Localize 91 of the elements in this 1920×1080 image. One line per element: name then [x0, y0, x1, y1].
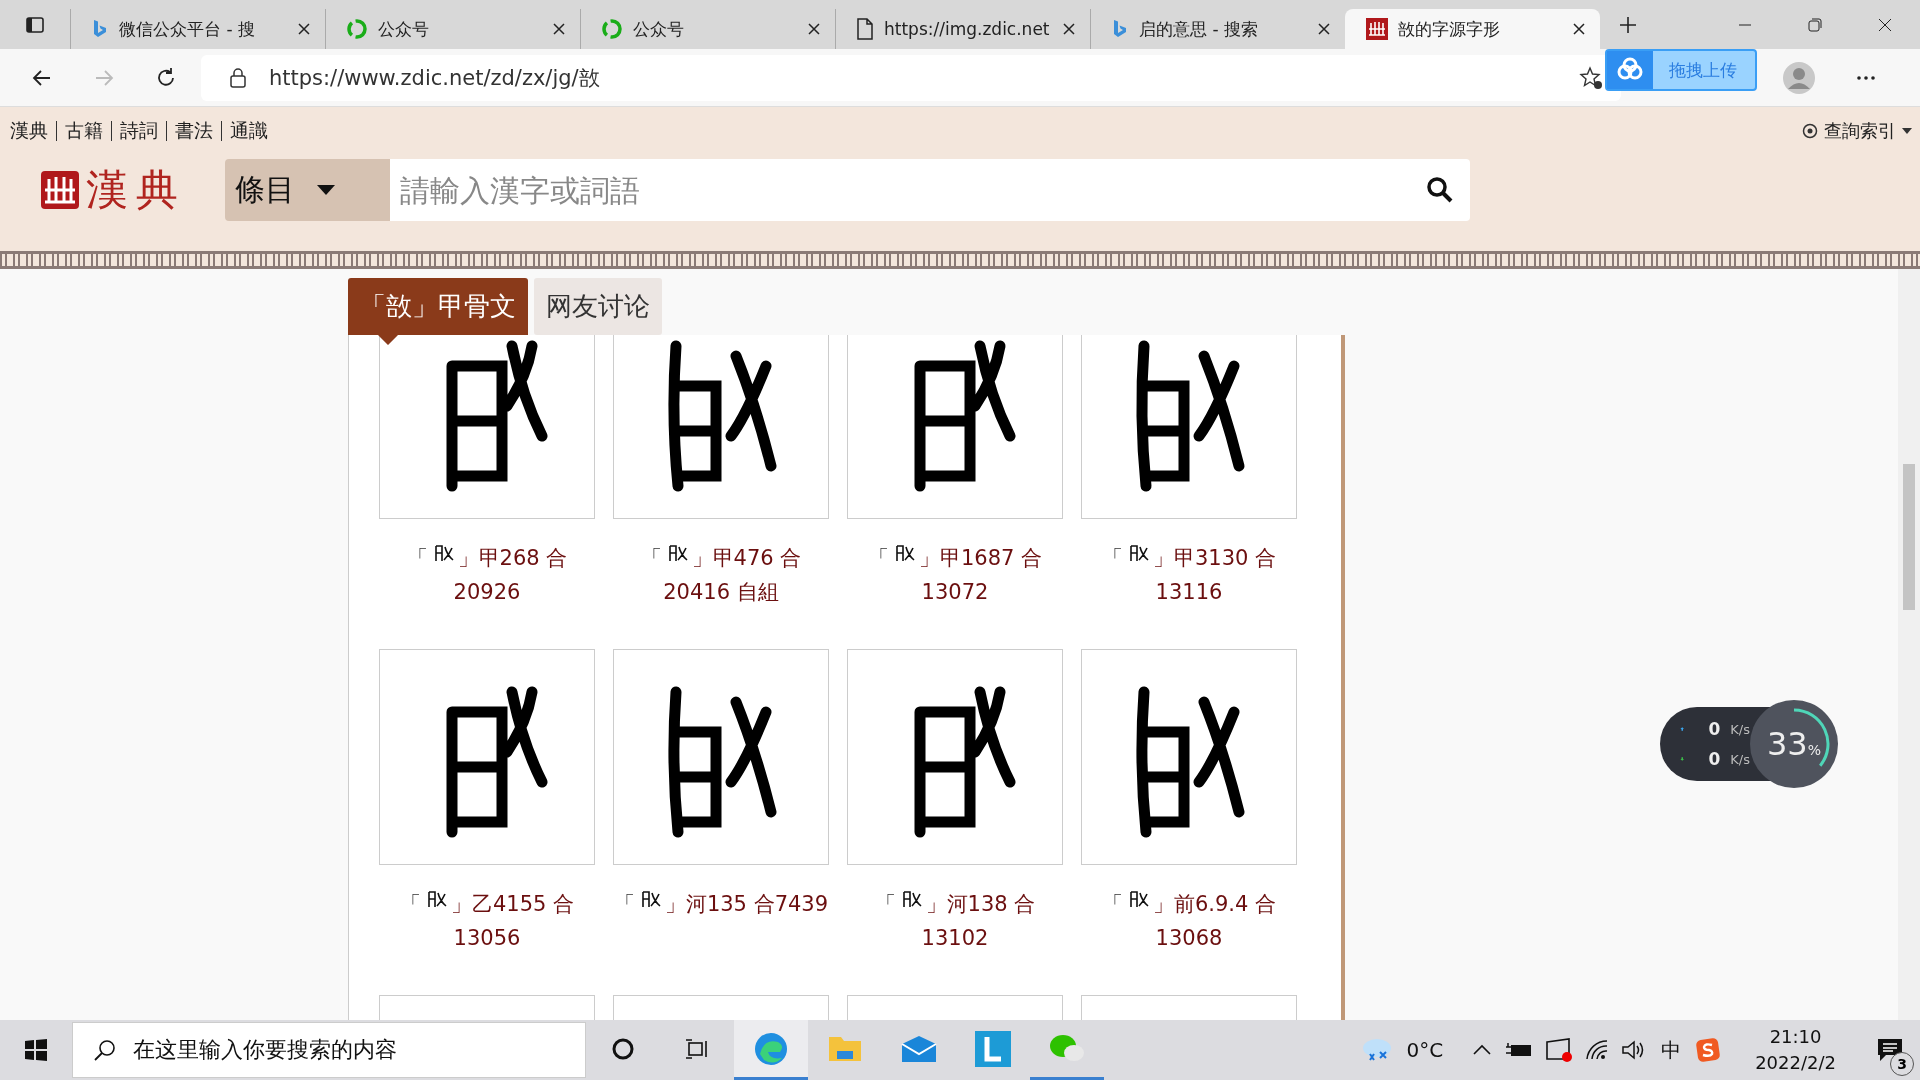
search-icon — [1426, 176, 1454, 204]
caption-text: 「 — [867, 545, 889, 572]
caption-text: 「 — [406, 545, 428, 572]
caption-text: 13116 — [1155, 579, 1223, 606]
content-tab[interactable]: 网友讨论 — [534, 278, 662, 335]
close-icon[interactable] — [1062, 22, 1076, 36]
site-nav-link[interactable]: 詩詞 — [120, 118, 158, 144]
scrollbar[interactable] — [1898, 269, 1920, 1020]
caption-text: 「 — [613, 891, 635, 918]
caption-text: 」前6.9.4 合 — [1152, 891, 1277, 918]
caption-text: 」甲3130 合 — [1152, 545, 1277, 572]
close-icon[interactable] — [807, 22, 821, 36]
swirl-icon — [346, 18, 368, 40]
clock-time: 21:10 — [1769, 1025, 1822, 1049]
oracle-glyph-card[interactable] — [847, 335, 1063, 519]
caption-text: 」河135 合7439 — [664, 891, 829, 918]
close-icon[interactable] — [1317, 22, 1331, 36]
cloud-icon — [1607, 51, 1653, 89]
oracle-glyph-card[interactable] — [379, 335, 595, 519]
index-icon — [1802, 123, 1818, 139]
speed-unit: K/s — [1730, 751, 1750, 767]
new-tab-icon[interactable] — [1618, 14, 1638, 35]
caption-text: 13072 — [921, 579, 989, 606]
address-bar[interactable]: https://www.zdic.net/zd/zx/jg/敨 — [201, 54, 1621, 101]
close-icon[interactable] — [1572, 22, 1586, 36]
oracle-glyph-card[interactable] — [613, 335, 829, 519]
mail-icon — [900, 1033, 938, 1064]
notification-count: 3 — [1890, 1052, 1914, 1076]
caret-icon — [317, 185, 335, 195]
caption-text: 20416 自組 — [663, 579, 779, 606]
speed-unit: K/s — [1730, 721, 1750, 737]
lock-icon — [229, 67, 247, 88]
site-nav-link[interactable]: 古籍 — [65, 118, 103, 144]
search-icon — [93, 1038, 117, 1062]
page-icon — [856, 18, 874, 40]
sync-window-icon[interactable] — [1545, 1037, 1574, 1063]
upload-speed: 0 — [1708, 719, 1721, 739]
site-nav-link[interactable]: 漢典 — [10, 118, 48, 144]
clock-date: 2022/2/2 — [1755, 1051, 1836, 1075]
caption-text: 」乙4155 合 — [450, 891, 575, 918]
avatar-icon[interactable] — [1782, 60, 1816, 95]
caption-text: 「 — [874, 891, 896, 918]
caption-text: 13102 — [921, 925, 989, 952]
close-icon[interactable] — [552, 22, 566, 36]
caption-text: 20926 — [453, 579, 521, 606]
bing-icon — [91, 19, 109, 39]
oracle-glyph-card[interactable] — [379, 649, 595, 865]
taskbar-search-field[interactable]: 在这里输入你要搜索的内容 — [72, 1022, 586, 1078]
site-nav-link[interactable]: 通識 — [230, 118, 268, 144]
caption-text: 「 — [399, 891, 421, 918]
caret-icon — [1902, 127, 1912, 135]
url-text: https://www.zdic.net/zd/zx/jg/敨 — [269, 64, 600, 92]
restore-icon[interactable] — [1807, 16, 1823, 33]
clock[interactable]: 21:10 2022/2/2 — [1755, 1024, 1836, 1076]
caption-text: 「 — [640, 545, 662, 572]
oracle-glyph-card[interactable] — [847, 649, 1063, 865]
swirl-icon — [601, 18, 623, 40]
star-add-icon[interactable] — [1579, 65, 1603, 90]
close-icon[interactable] — [1877, 16, 1893, 33]
site-nav-link[interactable]: 書法 — [175, 118, 213, 144]
browser-tab[interactable]: 敨的字源字形 — [1345, 9, 1600, 49]
oracle-glyph-card[interactable] — [613, 649, 829, 865]
oracle-glyph-card[interactable] — [1081, 335, 1297, 519]
search-field[interactable]: 請輸入漢字或詞語 — [390, 159, 1410, 221]
temperature[interactable]: 0°C — [1406, 1038, 1444, 1062]
caption-text: 13056 — [453, 925, 521, 952]
scope-dropdown[interactable]: 條目 — [225, 159, 390, 221]
notification-button[interactable]: 3 — [1860, 1022, 1920, 1078]
caption-text: 」甲268 合 — [457, 545, 568, 572]
usage-percent: 33 — [1767, 725, 1808, 763]
wifi-icon[interactable] — [1585, 1039, 1610, 1061]
bing-icon — [1111, 19, 1129, 39]
download-speed: 0 — [1708, 749, 1721, 769]
site-logo[interactable]: 漢典 — [85, 162, 186, 218]
search-button[interactable] — [1410, 159, 1470, 221]
seal-icon — [1366, 18, 1388, 40]
caption-text: 」甲1687 合 — [918, 545, 1043, 572]
percent-sign: % — [1807, 742, 1821, 758]
input-method-indicator[interactable]: 中 — [1661, 1036, 1682, 1064]
caption-text: 」甲476 合 — [691, 545, 802, 572]
windows-icon — [24, 1038, 48, 1062]
caption-text: 「 — [1101, 891, 1123, 918]
caption-text: 」河138 合 — [925, 891, 1036, 918]
seal-logo-icon — [39, 170, 80, 210]
caption-text: 13068 — [1155, 925, 1223, 952]
oracle-glyph-card[interactable] — [1081, 649, 1297, 865]
index-link[interactable]: 查詢索引 — [1824, 119, 1896, 143]
s-logo-icon[interactable] — [1695, 1037, 1722, 1063]
letter-tile-icon — [975, 1030, 1011, 1067]
caption-text: 「 — [1101, 545, 1123, 572]
close-icon[interactable] — [297, 22, 311, 36]
